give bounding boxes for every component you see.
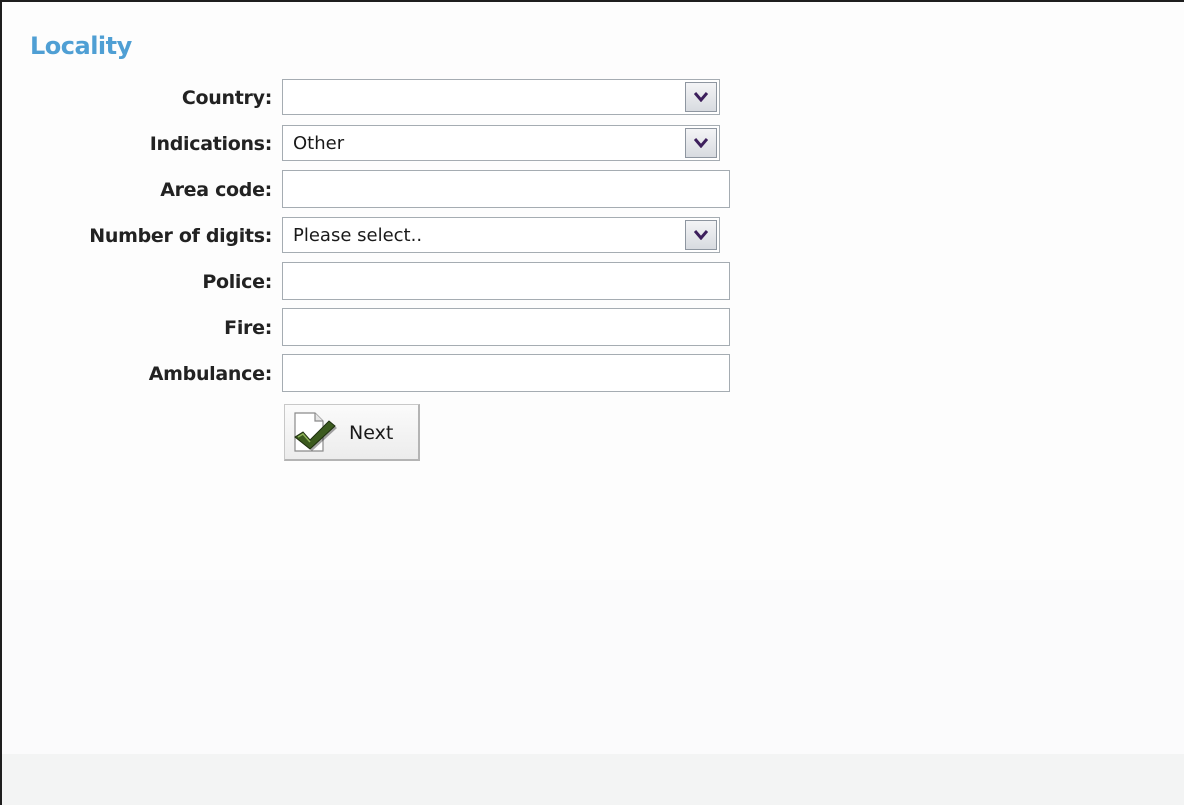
number-of-digits-dropdown-button[interactable] <box>685 220 717 250</box>
area-code-input[interactable] <box>282 170 730 208</box>
area-code-label: Area code: <box>160 179 272 201</box>
panel-footer-band <box>2 754 1184 805</box>
police-label: Police: <box>202 271 272 293</box>
next-button[interactable]: Next <box>284 404 420 461</box>
locality-panel: Locality Country: Indications: Other Are… <box>0 0 1184 805</box>
panel-background-band <box>2 580 1184 756</box>
indications-label: Indications: <box>149 133 273 155</box>
number-of-digits-selected-value: Please select.. <box>293 225 423 246</box>
chevron-down-icon <box>694 230 708 240</box>
document-check-icon <box>294 412 337 452</box>
section-title: Locality <box>30 32 132 60</box>
indications-selected-value: Other <box>293 133 345 154</box>
police-input[interactable] <box>282 262 730 300</box>
country-select[interactable] <box>282 79 720 115</box>
chevron-down-icon <box>694 138 708 148</box>
indications-select[interactable]: Other <box>282 125 720 161</box>
ambulance-label: Ambulance: <box>148 363 273 385</box>
next-button-label: Next <box>349 422 394 444</box>
country-dropdown-button[interactable] <box>685 82 717 112</box>
number-of-digits-label: Number of digits: <box>89 225 272 247</box>
country-label: Country: <box>181 87 272 109</box>
fire-label: Fire: <box>224 317 272 339</box>
ambulance-input[interactable] <box>282 354 730 392</box>
fire-input[interactable] <box>282 308 730 346</box>
chevron-down-icon <box>694 92 708 102</box>
number-of-digits-select[interactable]: Please select.. <box>282 217 720 253</box>
indications-dropdown-button[interactable] <box>685 128 717 158</box>
